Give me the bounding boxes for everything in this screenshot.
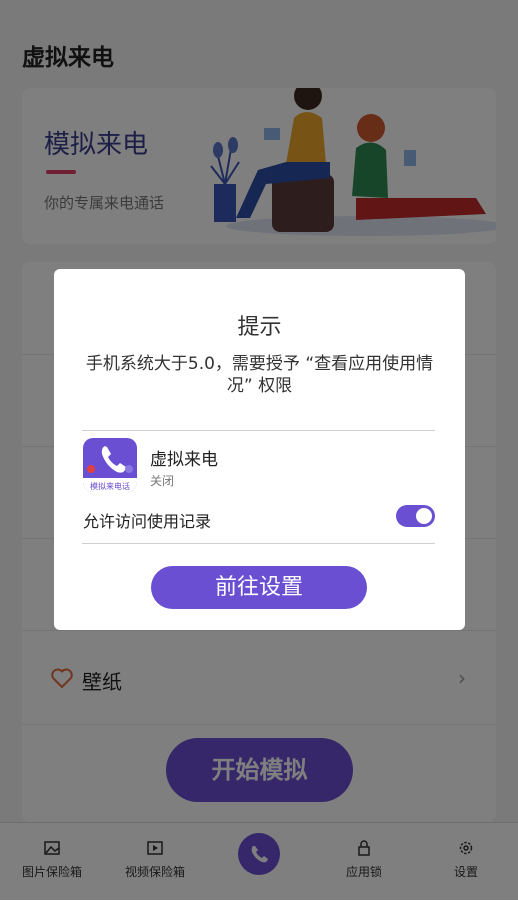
- dialog-message: 手机系统大于5.0，需要授予 “查看应用使用情况” 权限: [85, 354, 434, 396]
- toggle-knob: [416, 508, 432, 524]
- app-icon-caption: 模拟来电话: [90, 481, 130, 491]
- app-name: 虚拟来电: [150, 450, 218, 470]
- permission-dialog: 提示 手机系统大于5.0，需要授予 “查看应用使用情况” 权限 模拟来电话 虚拟…: [54, 269, 465, 630]
- divider: [82, 543, 435, 544]
- divider: [82, 430, 435, 431]
- phone-icon: 模拟来电话: [83, 446, 137, 492]
- usage-access-toggle[interactable]: [396, 505, 435, 527]
- app-icon: 模拟来电话: [83, 438, 137, 492]
- app-permission-state: 关闭: [150, 474, 175, 488]
- permission-label: 允许访问使用记录: [83, 512, 212, 531]
- dialog-title: 提示: [237, 315, 282, 340]
- go-to-settings-button[interactable]: 前往设置: [151, 566, 367, 609]
